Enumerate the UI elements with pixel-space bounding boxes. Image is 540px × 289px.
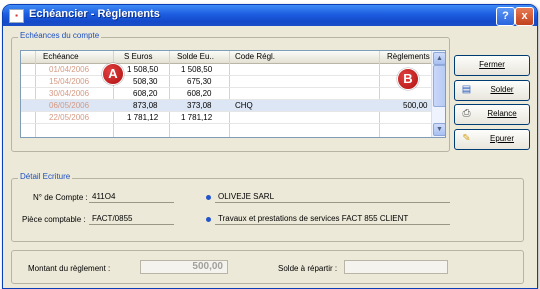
cell-echeance: 30/04/2006 [49,89,90,98]
scroll-thumb[interactable] [433,65,445,107]
cell-solde: 1 508,50 [181,65,213,74]
table-row[interactable]: 22/05/2006 1 781,12 1 781,12 [21,112,431,124]
fermer-label: Fermer [479,60,505,69]
detail-group: Détail Ecriture N° de Compte : 411O4 OLI… [11,172,524,242]
cell-montant: 1 781,12 [127,113,159,122]
compte-label: N° de Compte : [33,193,88,202]
solder-label: Solder [490,85,514,94]
table-row[interactable]: 30/04/2006 608,20 608,20 [21,88,431,100]
cell-solde: 608,20 [187,89,212,98]
cell-montant: 508,30 [133,77,158,86]
callout-badge-b: B [397,68,419,90]
piece-label: Pièce comptable : [22,215,86,224]
echeances-group: Echéances du compte Echéance S Euros Sol… [11,31,450,152]
table-row[interactable]: 06/05/2006 873,08 373,08 CHQ 500,00 [21,100,431,112]
montant-label: Montant du règlement : [28,264,111,273]
scroll-up-icon[interactable]: ▲ [433,52,445,65]
cell-echeance: 01/04/2006 [49,65,90,74]
cell-solde: 675,30 [187,77,212,86]
col-header-solde[interactable]: Solde Eu.. [177,52,214,61]
compte-bullet-icon [206,195,211,200]
footer-group: Montant du règlement : 500,00 Solde à ré… [11,250,524,284]
help-button[interactable]: ? [496,7,515,26]
solde-field[interactable] [344,260,448,274]
cell-montant: 1 508,50 [127,65,159,74]
detail-group-label: Détail Ecriture [18,172,73,181]
table-row[interactable]: 15/04/2006 508,30 675,30 [21,76,431,88]
title-bar[interactable]: ▪ Echéancier - Règlements ? x [3,5,537,26]
scroll-down-icon[interactable]: ▼ [433,123,445,136]
relance-label: Relance [487,109,517,118]
document-icon: ▤ [461,84,472,95]
col-header-montant[interactable]: S Euros [124,52,152,61]
piece-field: FACT/0855 [89,212,174,225]
solder-button[interactable]: ▤ Solder [454,80,530,101]
col-header-reglements[interactable]: Règlements [387,52,430,61]
piece-bullet-icon [206,217,211,222]
cell-reglement: 500,00 [403,101,428,110]
table-header: Echéance S Euros Solde Eu.. Code Régl. R… [21,51,431,64]
fermer-button[interactable]: Fermer [454,55,530,76]
cell-echeance: 15/04/2006 [49,77,90,86]
broom-icon: ✎ [462,133,471,144]
piece-desc-field: Travaux et prestations de services FACT … [215,212,450,225]
col-header-echeance[interactable]: Echéance [43,52,79,61]
app-icon: ▪ [9,9,24,23]
compte-field: 411O4 [89,190,174,203]
cell-solde: 1 781,12 [181,113,213,122]
window-title: Echéancier - Règlements [29,8,160,20]
table-scrollbar[interactable]: ▲ ▼ [431,51,445,137]
cell-echeance: 06/05/2006 [49,101,90,110]
close-button[interactable]: x [515,7,534,26]
table-row[interactable]: 01/04/2006 1 508,50 1 508,50 [21,64,431,76]
col-header-code[interactable]: Code Régl. [235,52,275,61]
compte-name-field: OLIVEJE SARL [215,190,450,203]
epurer-button[interactable]: ✎ Epurer [454,129,530,150]
cell-solde: 373,08 [187,101,212,110]
cell-echeance: 22/05/2006 [49,113,90,122]
cell-montant: 608,20 [133,89,158,98]
echeancier-window: ▪ Echéancier - Règlements ? x Echéances … [2,4,538,289]
echeances-group-label: Echéances du compte [18,31,102,40]
epurer-label: Epurer [489,134,514,143]
solde-label: Solde à répartir : [278,264,338,273]
montant-field[interactable]: 500,00 [140,260,228,274]
printer-icon: ⎙ [462,108,471,119]
cell-code: CHQ [235,101,253,110]
cell-montant: 873,08 [133,101,158,110]
relance-button[interactable]: ⎙ Relance [454,104,530,125]
callout-badge-a: A [102,63,124,85]
echeances-table: Echéance S Euros Solde Eu.. Code Régl. R… [20,50,446,138]
